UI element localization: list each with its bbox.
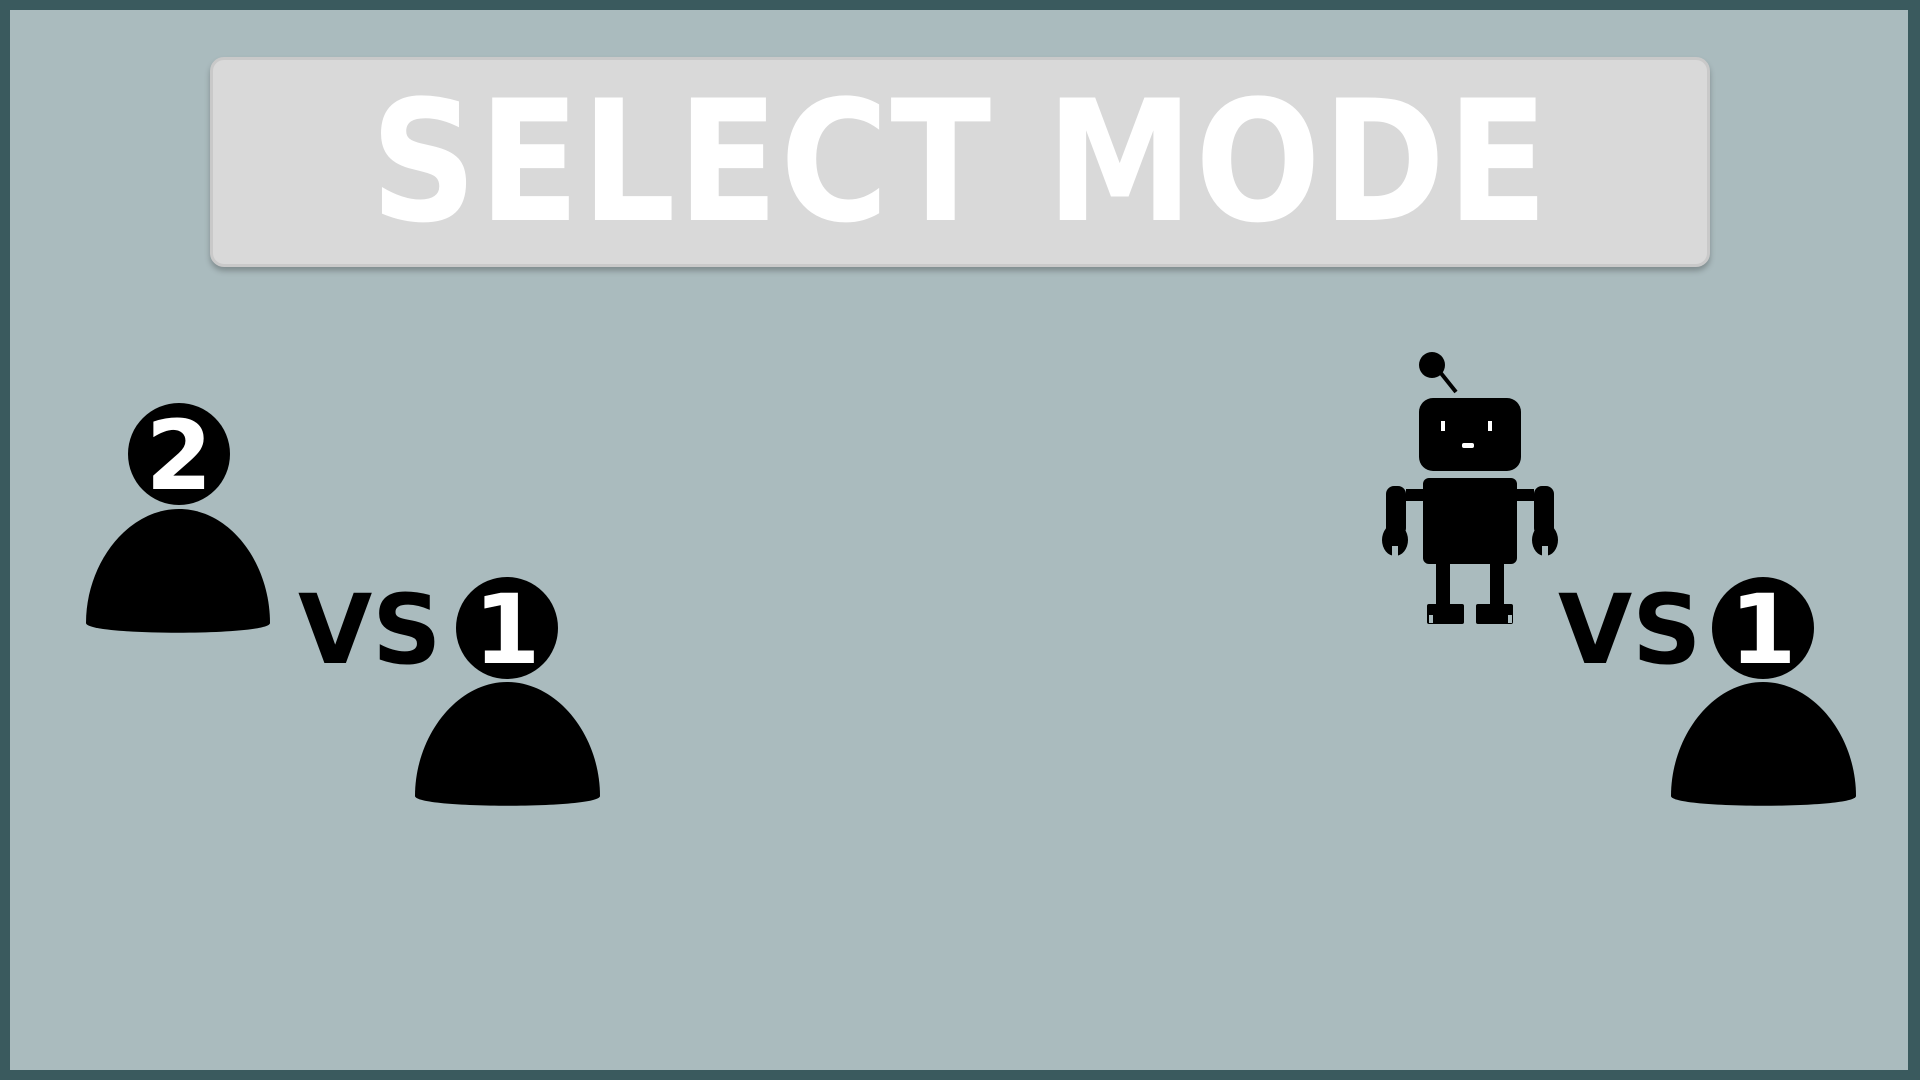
vs-label: VS bbox=[298, 574, 441, 686]
player-one-badge: 1 bbox=[1730, 574, 1797, 686]
game-screen: SELECT MODE 2 VS 1 VS 1 bbox=[10, 10, 1908, 1070]
player-two-badge: 2 bbox=[146, 400, 213, 512]
title-panel: SELECT MODE bbox=[210, 57, 1710, 267]
two-player-mode-button[interactable]: 2 VS 1 bbox=[70, 350, 630, 830]
vs-computer-mode-button[interactable]: VS 1 bbox=[1360, 350, 1880, 830]
vs-label: VS bbox=[1558, 574, 1701, 686]
player-one-badge: 1 bbox=[474, 574, 541, 686]
player-one-icon: 1 bbox=[415, 574, 600, 806]
robot-icon bbox=[1382, 352, 1558, 624]
player-two-icon: 2 bbox=[86, 400, 270, 633]
page-title: SELECT MODE bbox=[370, 64, 1550, 260]
